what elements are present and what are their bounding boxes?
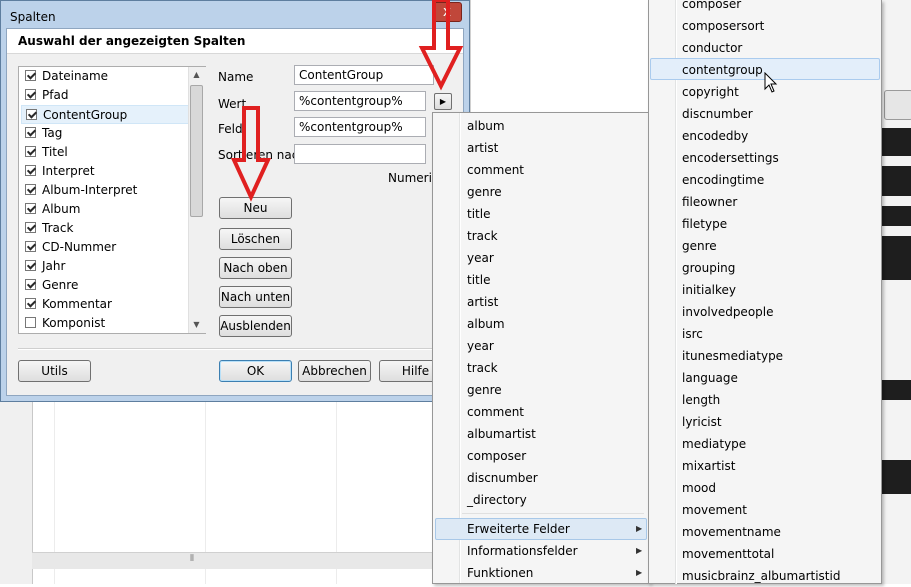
annotation-arrow-down-menu [418,0,464,91]
annotation-arrow-down-neu [230,106,272,202]
mouse-cursor-icon [764,72,778,93]
